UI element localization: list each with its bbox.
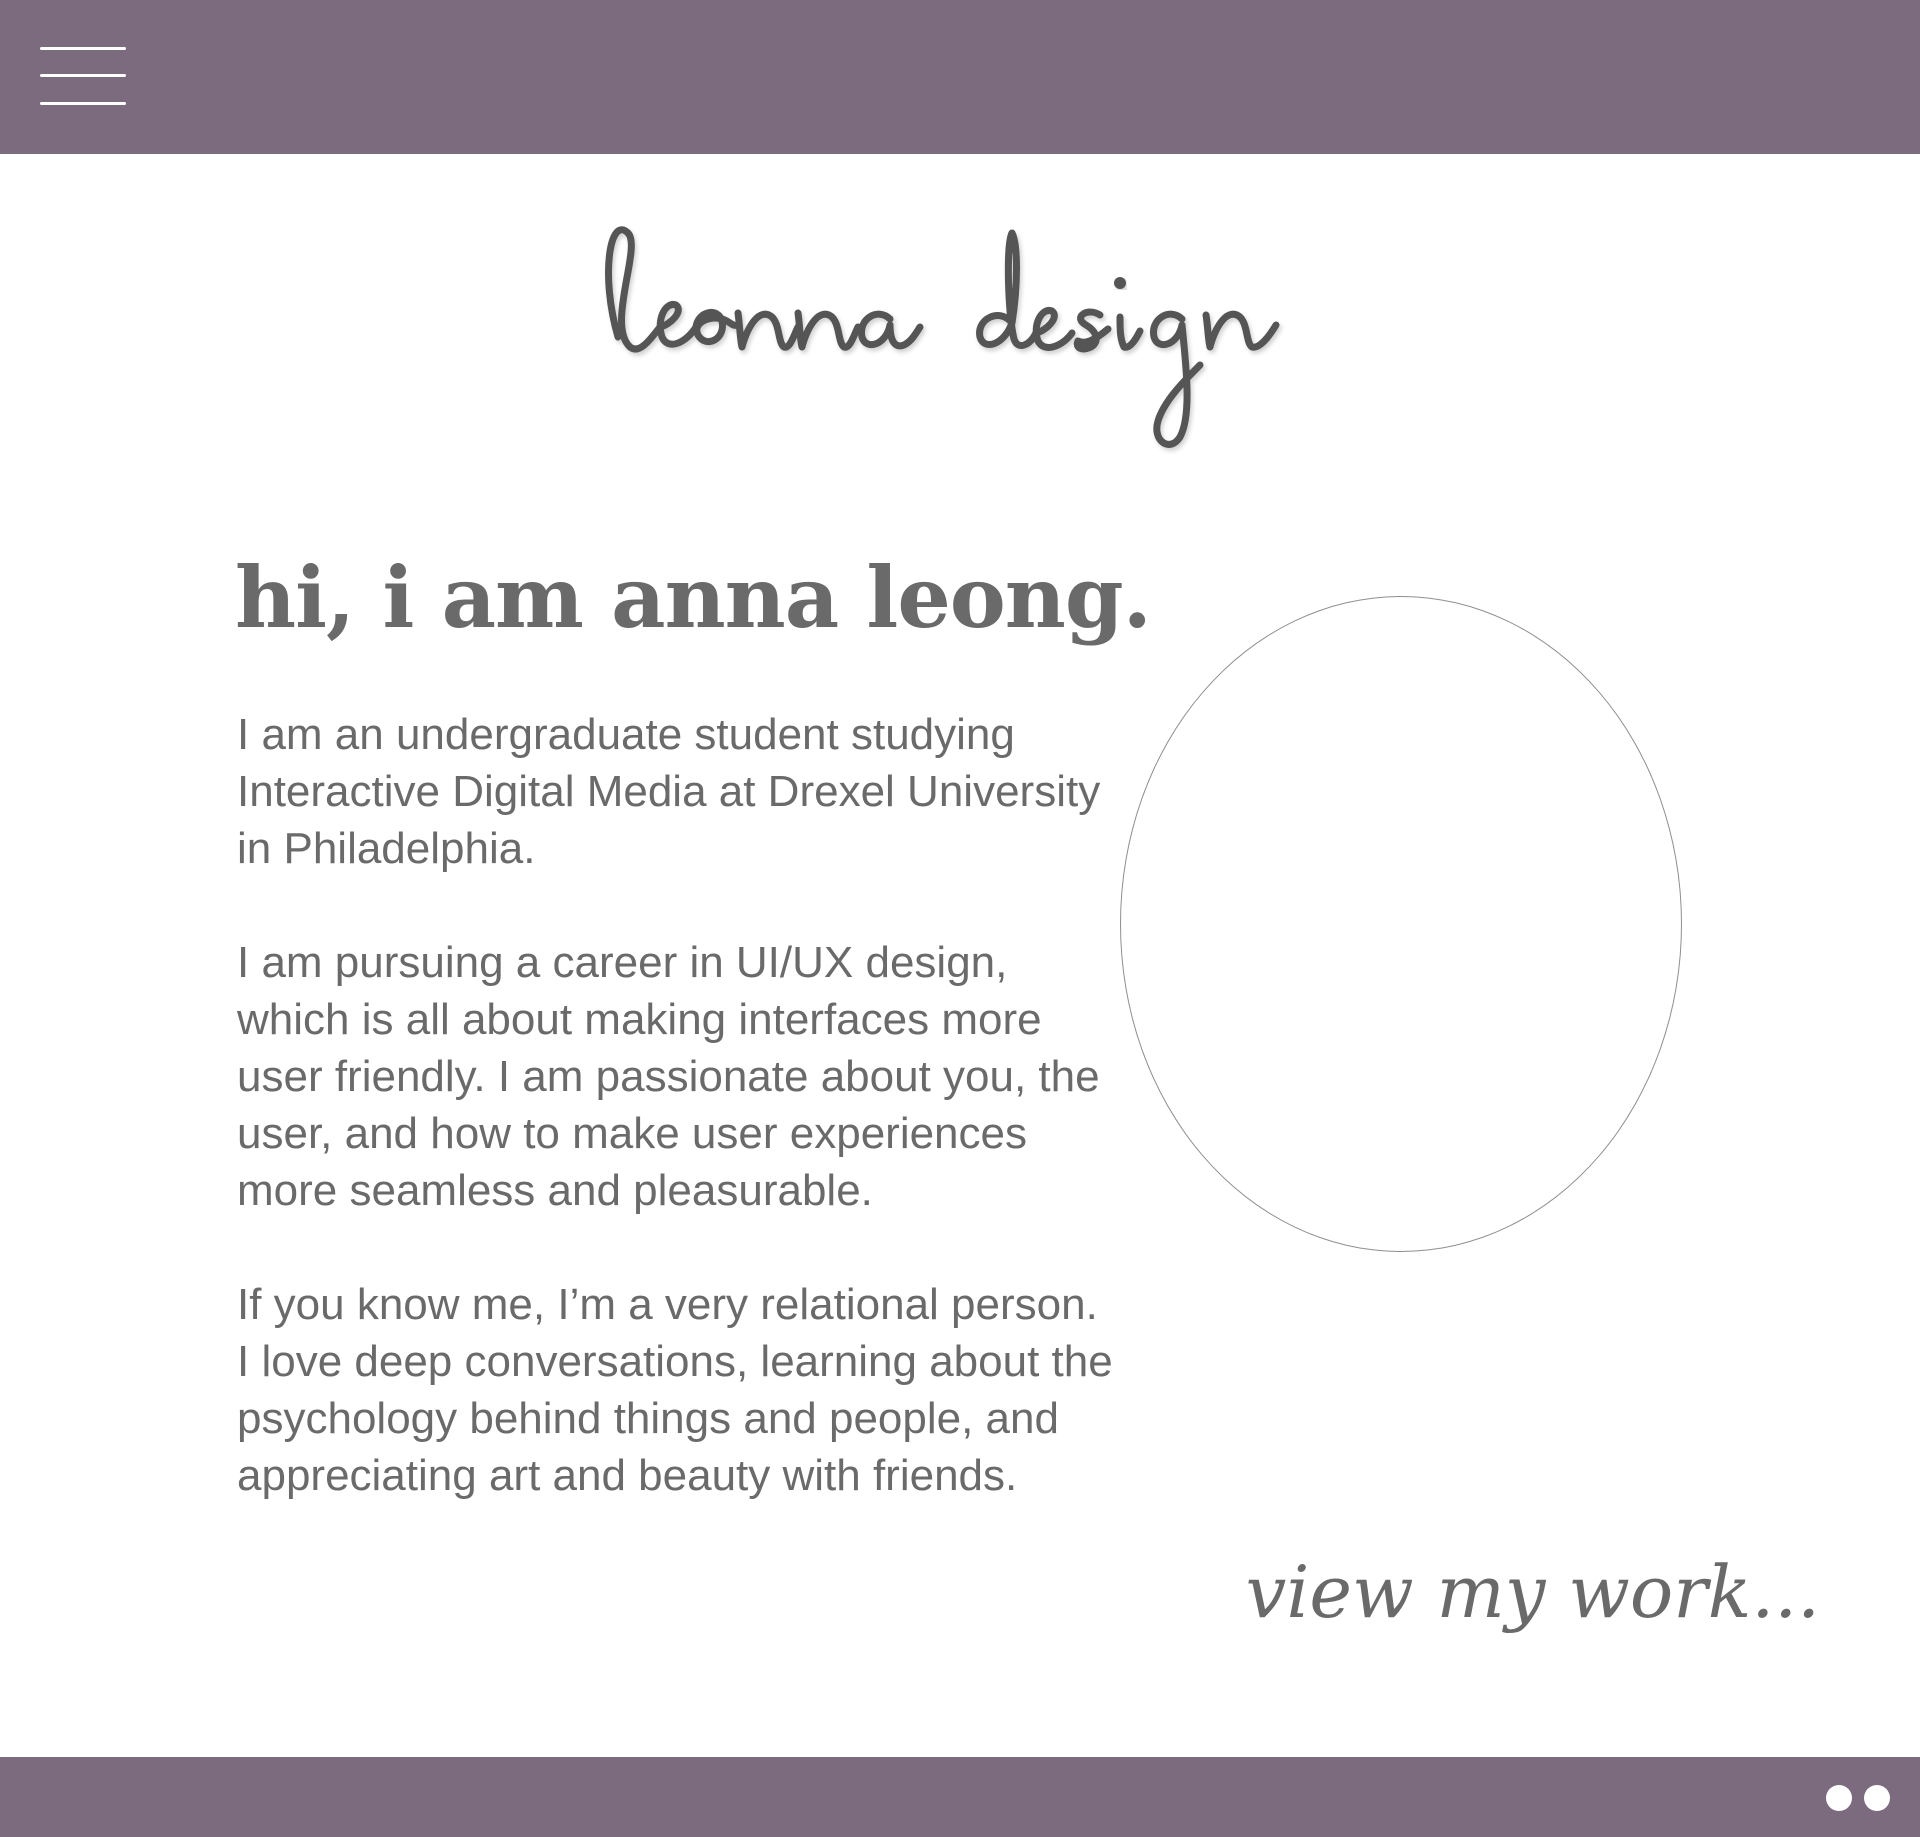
bio-text: I am an undergraduate student studying I…: [237, 706, 1117, 1504]
menu-line: [40, 102, 126, 105]
pagination-dot[interactable]: [1864, 1785, 1890, 1811]
bio-paragraph: I am an undergraduate student studying I…: [237, 710, 1101, 873]
footer-bar: [0, 1757, 1920, 1837]
page-title: hi, i am anna leong.: [235, 548, 1152, 647]
script-logo-graphic: [605, 226, 1280, 448]
menu-line: [40, 47, 126, 50]
bio-paragraph: I am pursuing a career in UI/UX design, …: [237, 938, 1100, 1215]
profile-photo-placeholder: [1120, 596, 1682, 1252]
bio-paragraph: If you know me, I’m a very relational pe…: [237, 1280, 1113, 1500]
view-my-work-link[interactable]: view my work...: [1246, 1550, 1820, 1634]
brand-logo: [600, 215, 1320, 455]
menu-line: [40, 74, 126, 77]
pagination-dot[interactable]: [1826, 1785, 1852, 1811]
top-nav-bar: [0, 0, 1920, 154]
pagination-dots: [1826, 1785, 1890, 1811]
hamburger-menu-icon[interactable]: [36, 42, 130, 112]
